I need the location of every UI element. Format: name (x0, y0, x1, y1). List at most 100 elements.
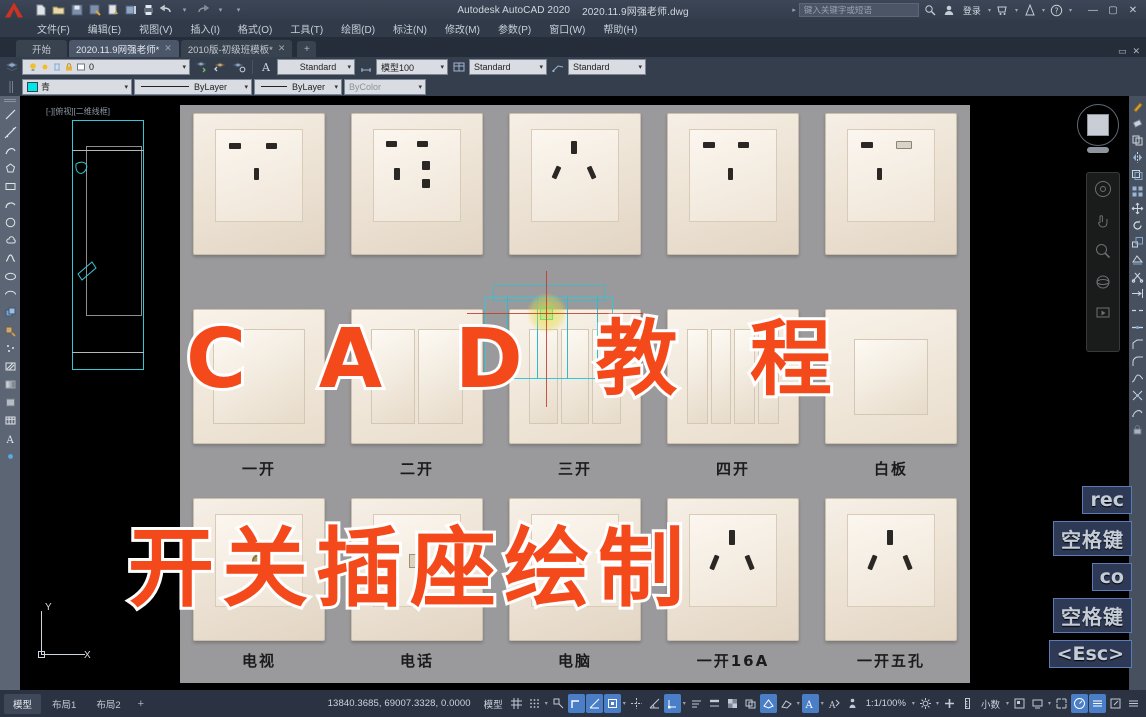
units-icon[interactable] (959, 694, 976, 713)
redo-dropdown-icon[interactable]: ▾ (212, 2, 229, 19)
construction-line-icon[interactable] (2, 124, 19, 141)
ellipse-arc-icon[interactable] (2, 286, 19, 303)
layer-color-icon[interactable] (75, 62, 86, 73)
menu-item-modify[interactable]: 修改(M) (436, 19, 489, 38)
table-style-combo[interactable]: Standard ▾ (469, 59, 547, 75)
chevron-down-icon[interactable]: ▾ (682, 700, 687, 707)
match-properties-icon[interactable] (1130, 99, 1145, 114)
layer-make-current-icon[interactable] (192, 59, 209, 76)
undo-icon[interactable] (158, 2, 175, 19)
offset-icon[interactable] (1130, 167, 1145, 182)
erase-icon[interactable] (1130, 116, 1145, 131)
search-input[interactable]: 键入关键字或短语 (798, 3, 919, 17)
view-cube-box[interactable] (1087, 114, 1109, 136)
toolbar-grip[interactable] (3, 78, 20, 95)
extend-icon[interactable] (1130, 286, 1145, 301)
annotation-visibility-toggle[interactable]: A (801, 694, 819, 713)
new-file-icon[interactable] (32, 2, 49, 19)
chevron-down-icon[interactable]: ▾ (796, 700, 801, 707)
toolbar-grip[interactable] (4, 99, 16, 103)
stretch-icon[interactable] (1130, 252, 1145, 267)
view-cube[interactable] (1074, 102, 1122, 158)
layout-tab-layout2[interactable]: 布局2 (87, 694, 129, 714)
layer-previous-icon[interactable] (211, 59, 228, 76)
menu-item-window[interactable]: 窗口(W) (540, 19, 594, 38)
mirror-icon[interactable] (1130, 150, 1145, 165)
hardware-accel-icon[interactable] (1029, 694, 1046, 713)
angle-measure-icon[interactable] (646, 694, 663, 713)
chevron-down-icon[interactable]: ▾ (244, 83, 248, 91)
restore-window-icon[interactable]: ▭ (1118, 46, 1127, 57)
steering-wheel-icon[interactable] (1092, 179, 1114, 199)
mleader-style-icon[interactable] (549, 59, 566, 76)
freeze-icon[interactable] (51, 62, 62, 73)
multiline-text-icon[interactable]: A (2, 430, 19, 447)
new-tab-button[interactable]: + (297, 41, 317, 57)
units-label[interactable]: 小数 (977, 697, 1004, 711)
blend-icon[interactable] (1130, 371, 1145, 386)
chevron-down-icon[interactable]: ▾ (124, 83, 128, 91)
tab-start[interactable]: 开始 (16, 40, 68, 57)
move-icon[interactable] (1130, 201, 1145, 216)
3d-osnap-toggle[interactable] (759, 694, 777, 713)
menu-item-tools[interactable]: 工具(T) (281, 19, 332, 38)
plot-icon[interactable] (104, 2, 121, 19)
rectangle-icon[interactable] (2, 178, 19, 195)
edit-polyline-icon[interactable] (1130, 405, 1145, 420)
print-icon[interactable] (140, 2, 157, 19)
share-icon[interactable] (1022, 2, 1038, 18)
user-icon[interactable] (941, 2, 957, 18)
lightbulb-icon[interactable] (27, 62, 38, 73)
layout-tab-layout1[interactable]: 布局1 (43, 694, 85, 714)
snap-toggle[interactable] (526, 694, 543, 713)
menu-item-help[interactable]: 帮助(H) (594, 19, 646, 38)
array-icon[interactable] (1130, 184, 1145, 199)
dynamic-input-toggle[interactable] (688, 694, 705, 713)
menu-item-dimension[interactable]: 标注(N) (384, 19, 436, 38)
add-selected-icon[interactable] (2, 448, 19, 465)
break-icon[interactable] (1130, 303, 1145, 318)
scale-icon[interactable] (1130, 235, 1145, 250)
chevron-down-icon[interactable]: ▾ (911, 700, 916, 707)
layer-match-icon[interactable] (230, 59, 247, 76)
layout-tab-model[interactable]: 模型 (4, 693, 42, 714)
publish-icon[interactable] (122, 2, 139, 19)
autodesk-app-icon[interactable] (995, 2, 1011, 18)
share-caret-icon[interactable]: ▾ (1041, 7, 1046, 14)
polar-tracking-toggle[interactable] (585, 694, 603, 713)
add-layout-button[interactable]: + (132, 698, 150, 710)
viewport-label[interactable]: [-][俯视][二维线框] (46, 106, 110, 117)
maximize-button[interactable]: ▢ (1104, 2, 1122, 18)
chevron-down-icon[interactable]: ▾ (1005, 700, 1010, 707)
search-icon[interactable] (922, 2, 938, 18)
close-button[interactable]: ✕ (1124, 2, 1142, 18)
qat-customize-icon[interactable]: ▾ (230, 2, 247, 19)
performance-icon[interactable] (1071, 694, 1088, 713)
chevron-down-icon[interactable]: ▾ (334, 83, 338, 91)
isolate-objects-icon[interactable] (1011, 694, 1028, 713)
redo-icon[interactable] (194, 2, 211, 19)
menu-item-view[interactable]: 视图(V) (130, 19, 181, 38)
infer-constraints-toggle[interactable] (550, 694, 567, 713)
signin-caret-icon[interactable]: ▾ (987, 7, 992, 14)
revision-cloud-icon[interactable] (2, 232, 19, 249)
open-file-icon[interactable] (50, 2, 67, 19)
menu-item-file[interactable]: 文件(F) (28, 19, 79, 38)
showmotion-icon[interactable] (1092, 303, 1114, 323)
autocad-logo-button[interactable] (0, 0, 28, 20)
zoom-icon[interactable] (1092, 241, 1114, 261)
minimize-button[interactable]: — (1084, 2, 1102, 18)
chevron-down-icon[interactable]: ▾ (638, 63, 642, 71)
tab-drawing-2[interactable]: 2010版-初级班模板* ✕ (180, 40, 293, 57)
hatch-icon[interactable] (2, 358, 19, 375)
ucs-icon-toggle[interactable] (663, 694, 681, 713)
menu-item-draw[interactable]: 绘图(D) (332, 19, 384, 38)
region-icon[interactable] (2, 394, 19, 411)
clean-screen-icon[interactable] (1053, 694, 1070, 713)
object-color-combo[interactable]: 青 ▾ (22, 78, 132, 95)
customization-icon[interactable] (1089, 694, 1106, 713)
plotstyle-combo[interactable]: ByColor ▾ (344, 78, 426, 95)
layer-properties-icon[interactable] (3, 59, 20, 76)
add-workspace-icon[interactable] (941, 694, 958, 713)
ellipse-icon[interactable] (2, 268, 19, 285)
